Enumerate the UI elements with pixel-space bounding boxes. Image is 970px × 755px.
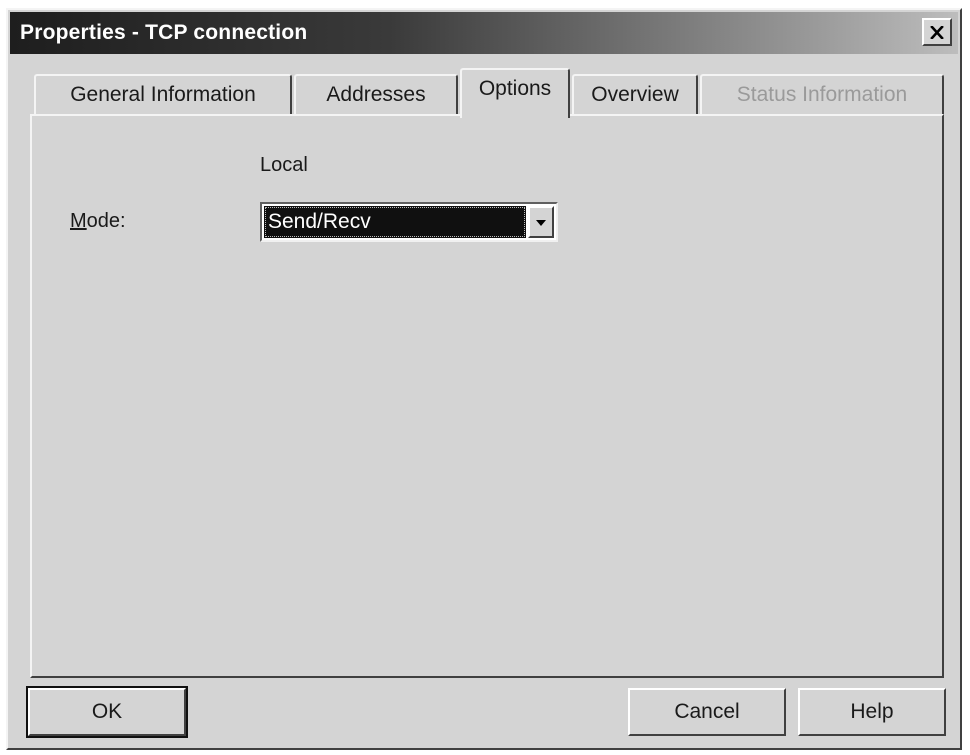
properties-dialog: Properties - TCP connection General Info… xyxy=(6,8,962,750)
help-button-label: Help xyxy=(850,700,894,723)
tab-options[interactable]: Options xyxy=(460,68,570,118)
mode-label-mnemonic: M xyxy=(70,210,87,232)
tab-label: General Information xyxy=(70,83,256,106)
cancel-button[interactable]: Cancel xyxy=(628,688,786,736)
tab-label: Addresses xyxy=(326,83,426,106)
chevron-down-icon xyxy=(536,213,546,231)
mode-select-value: Send/Recv xyxy=(264,206,526,238)
tab-label: Status Information xyxy=(736,83,908,106)
tab-addresses[interactable]: Addresses xyxy=(294,74,458,114)
help-button[interactable]: Help xyxy=(798,688,946,736)
tab-general-information[interactable]: General Information xyxy=(34,74,292,114)
ok-button[interactable]: OK xyxy=(26,686,188,738)
mode-select[interactable]: Send/Recv xyxy=(260,202,558,242)
tab-overview[interactable]: Overview xyxy=(572,74,698,114)
mode-label: Mode: xyxy=(70,210,126,233)
close-icon xyxy=(930,25,944,39)
close-button[interactable] xyxy=(922,18,952,46)
tab-label: Overview xyxy=(591,83,679,106)
options-panel: Local Mode: Send/Recv xyxy=(30,114,944,678)
local-column-header: Local xyxy=(260,154,308,176)
cancel-button-label: Cancel xyxy=(674,700,740,723)
title-bar[interactable]: Properties - TCP connection xyxy=(10,12,958,54)
ok-button-label: OK xyxy=(91,700,123,723)
tab-status-information: Status Information xyxy=(700,74,944,114)
mode-dropdown-button[interactable] xyxy=(528,206,554,238)
tab-label: Options xyxy=(478,77,552,100)
mode-label-text: ode: xyxy=(86,210,126,232)
window-title: Properties - TCP connection xyxy=(20,21,308,44)
